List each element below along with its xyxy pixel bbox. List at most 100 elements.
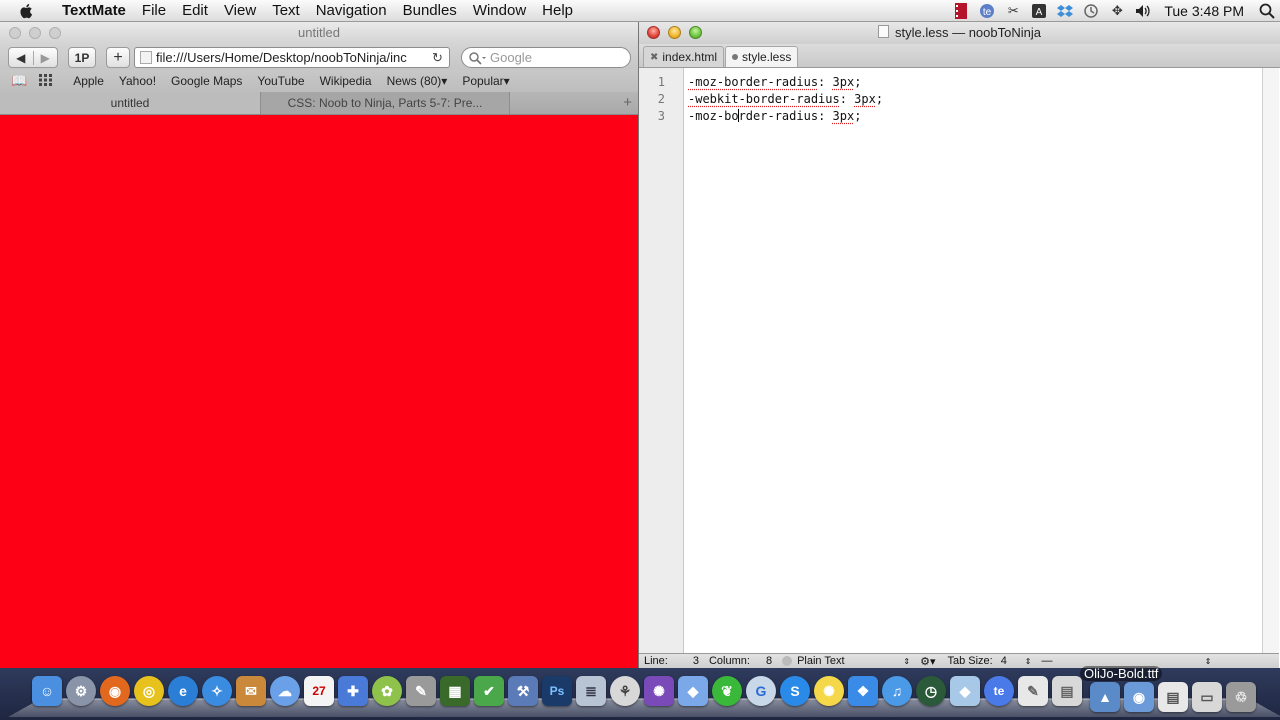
time-machine-dock-icon[interactable]: ◷: [916, 676, 946, 706]
menu-window[interactable]: Window: [465, 0, 534, 22]
bundle-gear-icon[interactable]: ⚙▾: [920, 655, 935, 668]
spotlight-search-icon[interactable]: [1259, 3, 1275, 19]
search-field[interactable]: Google: [461, 47, 631, 68]
safari-icon[interactable]: ✧: [202, 676, 232, 706]
volume-icon[interactable]: [1135, 3, 1151, 19]
bookmark-youtube[interactable]: YouTube: [257, 74, 304, 88]
new-tab-plus-icon[interactable]: +: [623, 94, 632, 111]
tab-style-less[interactable]: style.less: [725, 46, 799, 67]
bookmark-apple[interactable]: Apple: [73, 74, 104, 88]
close-tab-icon[interactable]: ✖: [650, 52, 658, 63]
reading-list-book-icon[interactable]: 📖: [11, 73, 27, 89]
reload-icon[interactable]: ↻: [432, 50, 443, 66]
adium-icon[interactable]: ✺: [814, 676, 844, 706]
add-bookmark-plus-icon[interactable]: +: [106, 47, 130, 68]
tab-index-html[interactable]: ✖ index.html: [643, 46, 725, 67]
document-icon[interactable]: ▤: [1052, 676, 1082, 706]
adobe-icon[interactable]: A: [1031, 3, 1047, 19]
popup-arrows-icon: ⇕: [1024, 656, 1032, 666]
safari-titlebar: untitled: [0, 22, 638, 44]
code-editor[interactable]: 1 2 3 -moz-border-radius: 3px; -webkit-b…: [639, 68, 1279, 653]
dock-right-stacks: ▲ ◉ ▤ ▭ ♲: [1090, 682, 1256, 712]
address-url[interactable]: file:///Users/Home/Desktop/noobToNinja/i…: [156, 50, 428, 65]
tab-size-popup[interactable]: Tab Size: 4 ⇕: [947, 655, 1031, 667]
time-machine-icon[interactable]: [1083, 3, 1099, 19]
clock[interactable]: Tue 3:48 PM: [1164, 3, 1244, 19]
safari-window-title: untitled: [298, 25, 340, 40]
menu-edit[interactable]: Edit: [174, 0, 216, 22]
dashboard-icon[interactable]: ✚: [338, 676, 368, 706]
skype-icon[interactable]: S: [780, 676, 810, 706]
code-line[interactable]: -moz-border-radius: 3px;: [688, 75, 861, 89]
tab-css-noob-to-ninja[interactable]: CSS: Noob to Ninja, Parts 5-7: Pre...: [260, 92, 510, 114]
things-icon[interactable]: ✔: [474, 676, 504, 706]
cube-app-icon[interactable]: ◆: [678, 676, 708, 706]
menu-extras: te ✂ A ✥ Tue 3:48 PM: [948, 0, 1280, 22]
firefox-icon[interactable]: ◉: [100, 676, 130, 706]
column-label: Column:: [708, 655, 750, 667]
document-stack-icon[interactable]: ✎: [1018, 676, 1048, 706]
safari-window: untitled ◀ ▶ 1P + file:///Users/Home/Des…: [0, 22, 638, 668]
menu-app-name[interactable]: TextMate: [54, 0, 134, 22]
status-bar: Line: 3 Column: 8 Plain Text ⇕ ⚙▾ Tab Si…: [639, 653, 1279, 668]
box-app-icon[interactable]: ◆: [950, 676, 980, 706]
menu-text[interactable]: Text: [264, 0, 308, 22]
unsaved-dot-icon[interactable]: [732, 54, 738, 60]
database-icon[interactable]: ≣: [576, 676, 606, 706]
vertical-scrollbar[interactable]: [1262, 68, 1279, 653]
code-line[interactable]: -moz-border-radius: 3px;: [688, 109, 861, 123]
bookmark-news[interactable]: News (80)▾: [387, 74, 448, 88]
mail-icon[interactable]: ✉: [236, 676, 266, 706]
textmate-titlebar: style.less — noobToNinja: [639, 22, 1280, 44]
tab-size-label: Tab Size:: [947, 655, 993, 667]
menu-file[interactable]: File: [134, 0, 174, 22]
coda-leaf-icon[interactable]: ❦: [712, 676, 742, 706]
documents-stack-icon[interactable]: ▤: [1158, 682, 1188, 712]
menu-navigation[interactable]: Navigation: [308, 0, 395, 22]
top-sites-grid-icon[interactable]: [39, 73, 53, 89]
dropbox-dock-icon[interactable]: ❖: [848, 676, 878, 706]
menu-view[interactable]: View: [216, 0, 264, 22]
bookmark-popular[interactable]: Popular▾: [462, 74, 509, 88]
ichat-icon[interactable]: ☁: [270, 676, 300, 706]
iphoto-icon[interactable]: ✿: [372, 676, 402, 706]
chrome-icon[interactable]: ◎: [134, 676, 164, 706]
preview-icon[interactable]: ✎: [406, 676, 436, 706]
xcode-icon[interactable]: ⚒: [508, 676, 538, 706]
menu-bundles[interactable]: Bundles: [395, 0, 465, 22]
papers-stack-icon[interactable]: ▭: [1192, 682, 1222, 712]
dropbox-icon[interactable]: [1057, 3, 1074, 19]
menu-help[interactable]: Help: [534, 0, 581, 22]
finder-icon[interactable]: ☺: [32, 676, 62, 706]
textmate-icon[interactable]: ✺: [644, 676, 674, 706]
automator-icon[interactable]: ⚘: [610, 676, 640, 706]
textexpander-icon[interactable]: te: [979, 3, 995, 19]
language-popup[interactable]: Plain Text ⇕: [782, 655, 910, 667]
scissors-icon[interactable]: ✂: [1005, 3, 1021, 19]
css-value: 3px: [832, 75, 855, 89]
photoshop-icon[interactable]: Ps: [542, 676, 572, 706]
internet-explorer-icon[interactable]: e: [168, 676, 198, 706]
bookmark-yahoo[interactable]: Yahoo!: [119, 74, 156, 88]
bookmark-wikipedia[interactable]: Wikipedia: [320, 74, 372, 88]
web-page-content[interactable]: [0, 115, 638, 668]
tab-untitled[interactable]: untitled: [0, 92, 260, 114]
applications-folder-icon[interactable]: ▲: [1090, 682, 1120, 712]
apple-menu-icon[interactable]: [18, 2, 36, 20]
film-icon[interactable]: [953, 3, 969, 19]
back-arrow-icon[interactable]: ◀: [9, 51, 33, 65]
ical-icon[interactable]: 27: [304, 676, 334, 706]
google-icon[interactable]: G: [746, 676, 776, 706]
system-preferences-icon[interactable]: ⚙: [66, 676, 96, 706]
address-bar[interactable]: file:///Users/Home/Desktop/noobToNinja/i…: [134, 47, 450, 68]
forward-arrow-icon[interactable]: ▶: [32, 50, 58, 65]
onepassword-button[interactable]: 1P: [68, 47, 96, 68]
bookmark-google-maps[interactable]: Google Maps: [171, 74, 242, 88]
bluetooth-icon[interactable]: ✥: [1109, 3, 1125, 19]
trash-icon[interactable]: ♲: [1226, 682, 1256, 712]
itunes-icon[interactable]: ♫: [882, 676, 912, 706]
code-line[interactable]: -webkit-border-radius: 3px;: [688, 92, 883, 106]
imovie-icon[interactable]: ▦: [440, 676, 470, 706]
downloads-folder-icon[interactable]: ◉: [1124, 682, 1154, 712]
textexpander-dock-icon[interactable]: te: [984, 676, 1014, 706]
